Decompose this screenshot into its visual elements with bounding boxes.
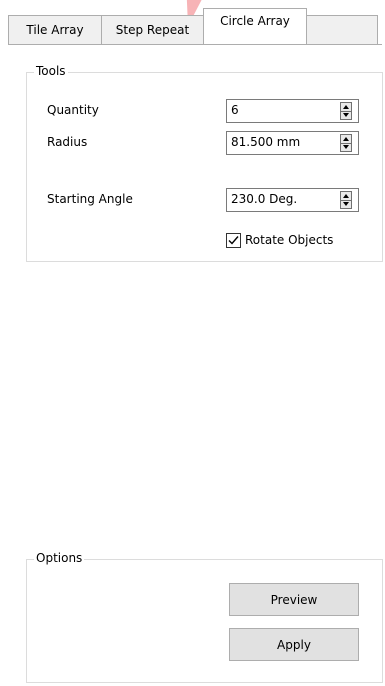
- tab-tile-array-label: Tile Array: [26, 23, 84, 37]
- rotate-objects-label[interactable]: Rotate Objects: [245, 233, 333, 247]
- starting-angle-value[interactable]: 230.0 Deg.: [231, 192, 297, 206]
- options-group-label: Options: [34, 551, 85, 565]
- tools-group-label: Tools: [34, 64, 68, 78]
- quantity-value[interactable]: 6: [231, 103, 239, 117]
- radius-spinbox[interactable]: 81.500 mm: [226, 131, 359, 155]
- spin-up-icon: [343, 194, 349, 198]
- starting-angle-spin-buttons[interactable]: [340, 191, 352, 209]
- radius-label: Radius: [47, 135, 88, 149]
- spin-up-icon: [343, 105, 349, 109]
- tab-circle-array[interactable]: Circle Array: [203, 8, 307, 44]
- quantity-spin-buttons[interactable]: [340, 102, 352, 120]
- apply-button[interactable]: Apply: [229, 628, 359, 661]
- spin-up-icon: [343, 137, 349, 141]
- starting-angle-label: Starting Angle: [47, 192, 133, 206]
- starting-angle-spinbox[interactable]: 230.0 Deg.: [226, 188, 359, 212]
- spin-down-icon: [343, 202, 349, 206]
- tab-bar: Tile Array Step Repeat Circle Array: [8, 6, 378, 44]
- starting-angle-decrement-button[interactable]: [341, 200, 351, 208]
- tab-step-repeat[interactable]: Step Repeat: [101, 15, 204, 44]
- tab-divider: [8, 44, 382, 45]
- spin-down-icon: [343, 113, 349, 117]
- radius-value[interactable]: 81.500 mm: [231, 135, 300, 149]
- quantity-label: Quantity: [47, 103, 99, 117]
- rotate-objects-row[interactable]: Rotate Objects: [226, 230, 333, 250]
- tab-step-repeat-label: Step Repeat: [115, 23, 190, 37]
- options-groupbox: [26, 559, 383, 683]
- quantity-spinbox[interactable]: 6: [226, 99, 359, 123]
- quantity-decrement-button[interactable]: [341, 111, 351, 119]
- check-icon: [228, 235, 239, 245]
- tab-tile-array[interactable]: Tile Array: [8, 15, 102, 44]
- spin-down-icon: [343, 145, 349, 149]
- preview-button[interactable]: Preview: [229, 583, 359, 616]
- radius-spin-buttons[interactable]: [340, 134, 352, 152]
- tab-circle-array-label: Circle Array: [220, 14, 290, 28]
- rotate-objects-checkbox[interactable]: [226, 232, 241, 248]
- tab-strip-filler: [306, 15, 378, 44]
- radius-decrement-button[interactable]: [341, 143, 351, 151]
